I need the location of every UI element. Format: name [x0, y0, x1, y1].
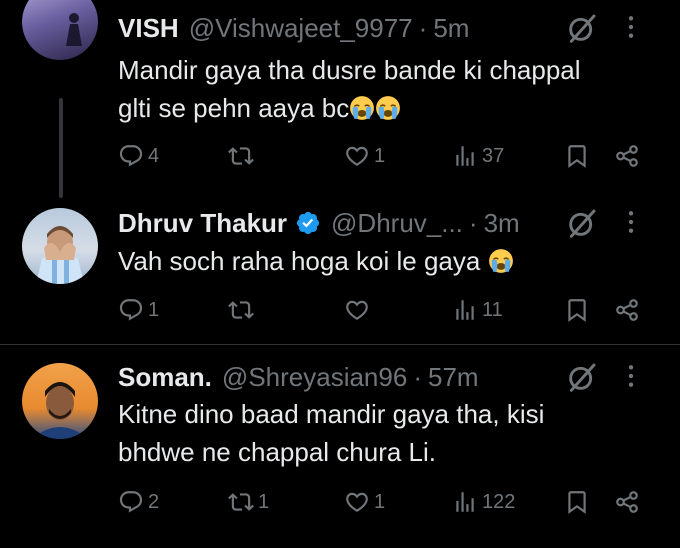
tweet[interactable]: VISH @Vishwajeet_9977 · 5m Mandir gaya t…: [0, 0, 680, 198]
tweet[interactable]: Dhruv Thakur @Dhruv_... · 3m Vah soch ra…: [0, 200, 680, 340]
author-handle[interactable]: @Shreyasian96: [222, 362, 407, 393]
reply-count: 4: [148, 144, 160, 167]
bookmark-icon: [564, 143, 590, 169]
retweet-button[interactable]: [228, 292, 258, 328]
tweet-text: Mandir gaya tha dusre bande ki chappal g…: [118, 51, 658, 127]
separator-dot: ·: [418, 12, 428, 43]
views-icon: [452, 297, 478, 323]
reply-count: 1: [148, 298, 160, 321]
tweet-actions: 1 11: [0, 292, 680, 328]
avatar[interactable]: [22, 0, 98, 60]
separator-dot: ·: [413, 361, 422, 392]
tweet-text: Vah soch raha hoga koi le gaya: [118, 242, 658, 280]
loudly-crying-emoji: [349, 95, 375, 121]
separator-dot: ·: [468, 207, 478, 238]
author-handle[interactable]: @Vishwajeet_9977: [189, 13, 413, 44]
retweet-button[interactable]: [228, 138, 258, 174]
loudly-crying-emoji: [488, 248, 514, 274]
loudly-crying-emoji: [375, 95, 401, 121]
retweet-icon: [228, 489, 254, 515]
avatar-image: [32, 382, 88, 439]
views-count: 37: [482, 144, 505, 167]
reply-icon: [118, 489, 144, 515]
bookmark-button[interactable]: [564, 484, 590, 520]
tweet-actions: 4 1 37: [0, 138, 680, 174]
like-button[interactable]: [344, 292, 374, 328]
like-icon: [344, 297, 370, 323]
retweet-icon: [228, 143, 254, 169]
avatar-image: [36, 226, 84, 284]
like-count: 1: [374, 144, 386, 167]
like-icon: [344, 143, 370, 169]
avatar[interactable]: [22, 363, 98, 439]
reply-button[interactable]: 1: [118, 292, 159, 328]
tweet-text: Kitne dino baad mandir gaya tha, kisi bh…: [118, 395, 658, 471]
bookmark-icon: [564, 489, 590, 515]
verified-badge-icon: [295, 210, 321, 236]
reply-icon: [118, 297, 144, 323]
views-count: 122: [482, 490, 516, 513]
reply-button[interactable]: 4: [118, 138, 159, 174]
more-icon[interactable]: [618, 14, 644, 45]
bookmark-icon: [564, 297, 590, 323]
reply-count: 2: [148, 490, 160, 513]
bookmark-button[interactable]: [564, 292, 590, 328]
bookmark-button[interactable]: [564, 138, 590, 174]
timestamp[interactable]: 5m: [433, 13, 469, 44]
grok-icon[interactable]: [566, 207, 598, 244]
share-button[interactable]: [614, 138, 640, 174]
grok-icon[interactable]: [566, 361, 598, 398]
tweet-text-line: Kitne dino baad mandir gaya tha, kisi: [118, 399, 545, 429]
author-handle[interactable]: @Dhruv_...: [331, 208, 463, 239]
share-button[interactable]: [614, 292, 640, 328]
tweet-text-line-content: Vah soch raha hoga koi le gaya: [118, 246, 481, 276]
views-button[interactable]: 11: [452, 292, 503, 328]
views-count: 11: [482, 298, 503, 321]
reply-button[interactable]: 2: [118, 484, 159, 520]
more-icon[interactable]: [618, 363, 644, 394]
tweet-actions: 2 1 1 122: [0, 484, 680, 520]
grok-icon[interactable]: [566, 12, 598, 49]
reply-icon: [118, 143, 144, 169]
like-icon: [344, 489, 370, 515]
timestamp[interactable]: 3m: [484, 208, 520, 239]
tweet-text-line: bhdwe ne chappal chura Li.: [118, 437, 437, 467]
tweet-text-line: glti se pehn aaya bc: [118, 89, 658, 127]
timestamp[interactable]: 57m: [428, 362, 479, 393]
retweet-icon: [228, 297, 254, 323]
author-name[interactable]: VISH: [118, 13, 179, 44]
like-count: 1: [374, 490, 386, 513]
retweet-button[interactable]: 1: [228, 484, 269, 520]
views-button[interactable]: 122: [452, 484, 515, 520]
share-icon: [614, 489, 640, 515]
retweet-count: 1: [258, 490, 270, 513]
views-button[interactable]: 37: [452, 138, 504, 174]
views-icon: [452, 489, 478, 515]
like-button[interactable]: 1: [344, 484, 385, 520]
avatar-image: [66, 13, 82, 46]
author-name[interactable]: Dhruv Thakur: [118, 208, 287, 239]
avatar[interactable]: [22, 208, 98, 284]
tweet[interactable]: Soman. @Shreyasian96 · 57m Kitne dino ba…: [0, 345, 680, 548]
share-button[interactable]: [614, 484, 640, 520]
tweet-text-line-content: glti se pehn aaya bc: [118, 93, 350, 123]
tweet-text-line: Vah soch raha hoga koi le gaya: [118, 242, 658, 280]
tweet-text-line: Mandir gaya tha dusre bande ki chappal: [118, 55, 581, 85]
share-icon: [614, 297, 640, 323]
author-name[interactable]: Soman.: [118, 362, 212, 393]
like-button[interactable]: 1: [344, 138, 385, 174]
views-icon: [452, 143, 478, 169]
share-icon: [614, 143, 640, 169]
more-icon[interactable]: [618, 209, 644, 240]
